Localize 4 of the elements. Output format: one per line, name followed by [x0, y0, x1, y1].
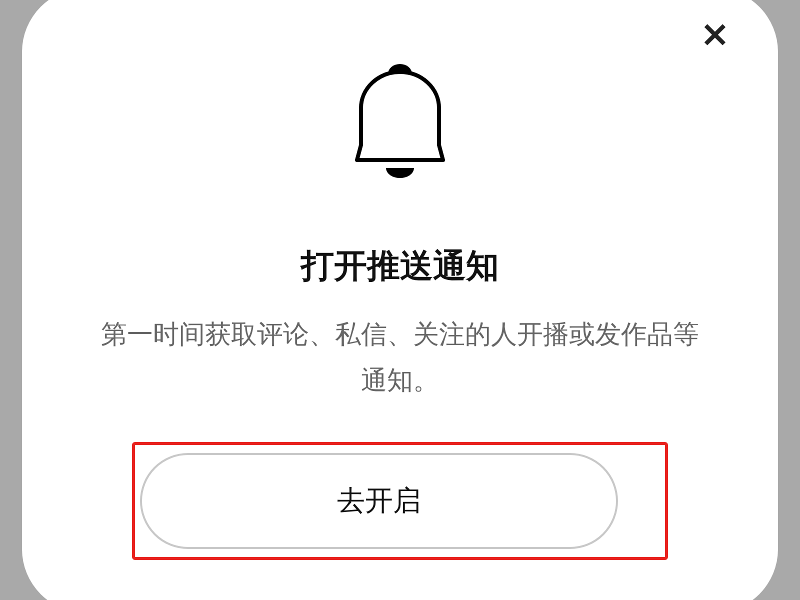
close-button[interactable]: × — [698, 18, 732, 52]
dialog-title: 打开推送通知 — [301, 246, 499, 286]
enable-button[interactable]: 去开启 — [140, 453, 618, 549]
dialog-message: 第一时间获取评论、私信、关注的人开播或发作品等通知。 — [100, 319, 700, 398]
